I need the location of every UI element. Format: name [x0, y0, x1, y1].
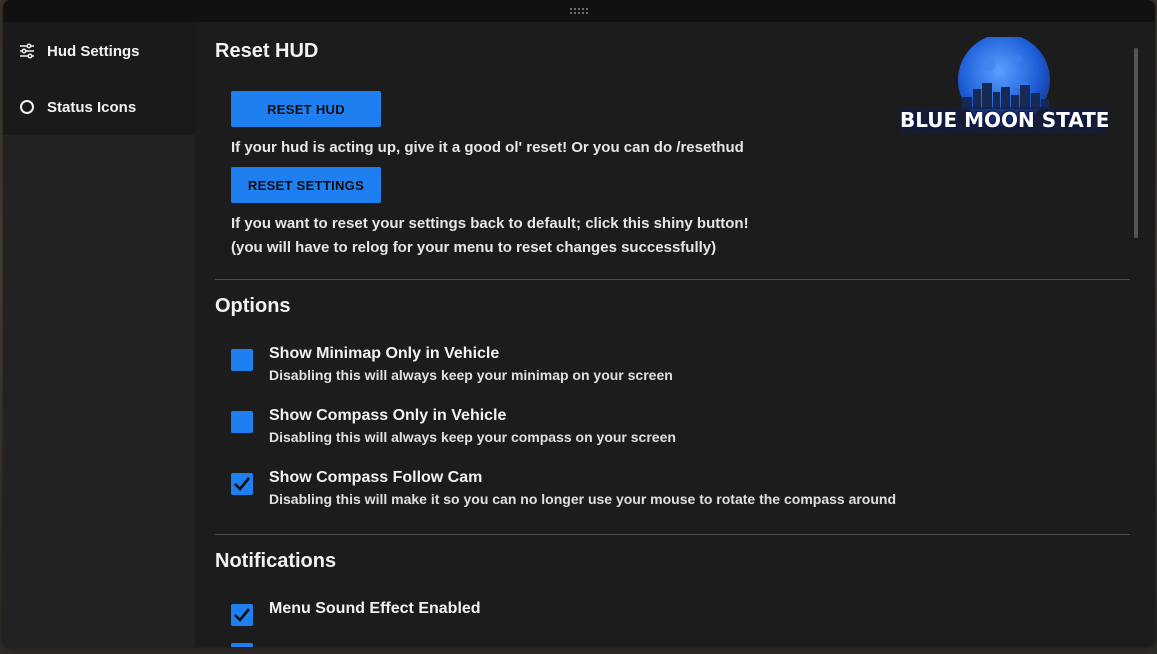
main-content: BLUE MOON STATE Reset HUD RESET HUD If y… [195, 22, 1141, 647]
sidebar-item-status-icons[interactable]: Status Icons [3, 85, 195, 129]
option-menu-sound-effect: Menu Sound Effect Enabled [231, 600, 1111, 644]
title-bar[interactable] [3, 0, 1155, 22]
reset-hud-button[interactable]: RESET HUD [231, 91, 381, 127]
option-description: Disabling this will make it so you can n… [269, 491, 897, 507]
option-description: Disabling this will always keep your com… [269, 429, 676, 445]
option-label: Show Compass Follow Cam [269, 469, 483, 486]
option-compass-follow-cam: Show Compass Follow Cam Disabling this w… [231, 469, 1111, 513]
option-minimap-only-vehicle: Show Minimap Only in Vehicle Disabling t… [231, 345, 1111, 389]
sidebar-empty-area [3, 135, 195, 647]
sidebar: Hud Settings Status Icons [3, 22, 195, 135]
option-label: Show Minimap Only in Vehicle [269, 345, 500, 362]
compass-vehicle-checkbox[interactable] [231, 411, 253, 433]
sliders-icon [19, 43, 35, 59]
reset-settings-button[interactable]: RESET SETTINGS [231, 167, 381, 203]
options-heading: Options [215, 295, 291, 317]
divider [215, 534, 1130, 535]
partial-checkbox[interactable] [231, 643, 253, 647]
drag-handle-icon[interactable] [569, 7, 589, 15]
minimap-vehicle-checkbox[interactable] [231, 349, 253, 371]
option-compass-only-vehicle: Show Compass Only in Vehicle Disabling t… [231, 407, 1111, 451]
scrollbar[interactable] [1134, 48, 1138, 238]
reset-settings-description: If you want to reset your settings back … [231, 215, 749, 232]
divider [215, 279, 1130, 280]
option-description: Disabling this will always keep your min… [269, 367, 673, 383]
logo-text: BLUE MOON STATE [900, 107, 1110, 133]
menu-sound-checkbox[interactable] [231, 604, 253, 626]
checkmark-icon [234, 477, 251, 491]
compass-follow-cam-checkbox[interactable] [231, 473, 253, 495]
settings-window: Hud Settings Status Icons BLUE MOON STAT… [3, 0, 1155, 647]
reset-hud-heading: Reset HUD [215, 40, 319, 62]
reset-settings-note: (you will have to relog for your menu to… [231, 239, 717, 256]
sidebar-item-hud-settings[interactable]: Hud Settings [3, 29, 195, 73]
notifications-heading: Notifications [215, 550, 337, 572]
checkmark-icon [234, 608, 251, 622]
reset-hud-description: If your hud is acting up, give it a good… [231, 139, 744, 156]
sidebar-item-label: Status Icons [47, 98, 137, 116]
option-label: Menu Sound Effect Enabled [269, 600, 481, 617]
sidebar-item-label: Hud Settings [47, 42, 140, 60]
blue-moon-state-logo: BLUE MOON STATE [900, 37, 1110, 137]
circle-icon [19, 99, 35, 115]
option-label: Show Compass Only in Vehicle [269, 407, 507, 424]
